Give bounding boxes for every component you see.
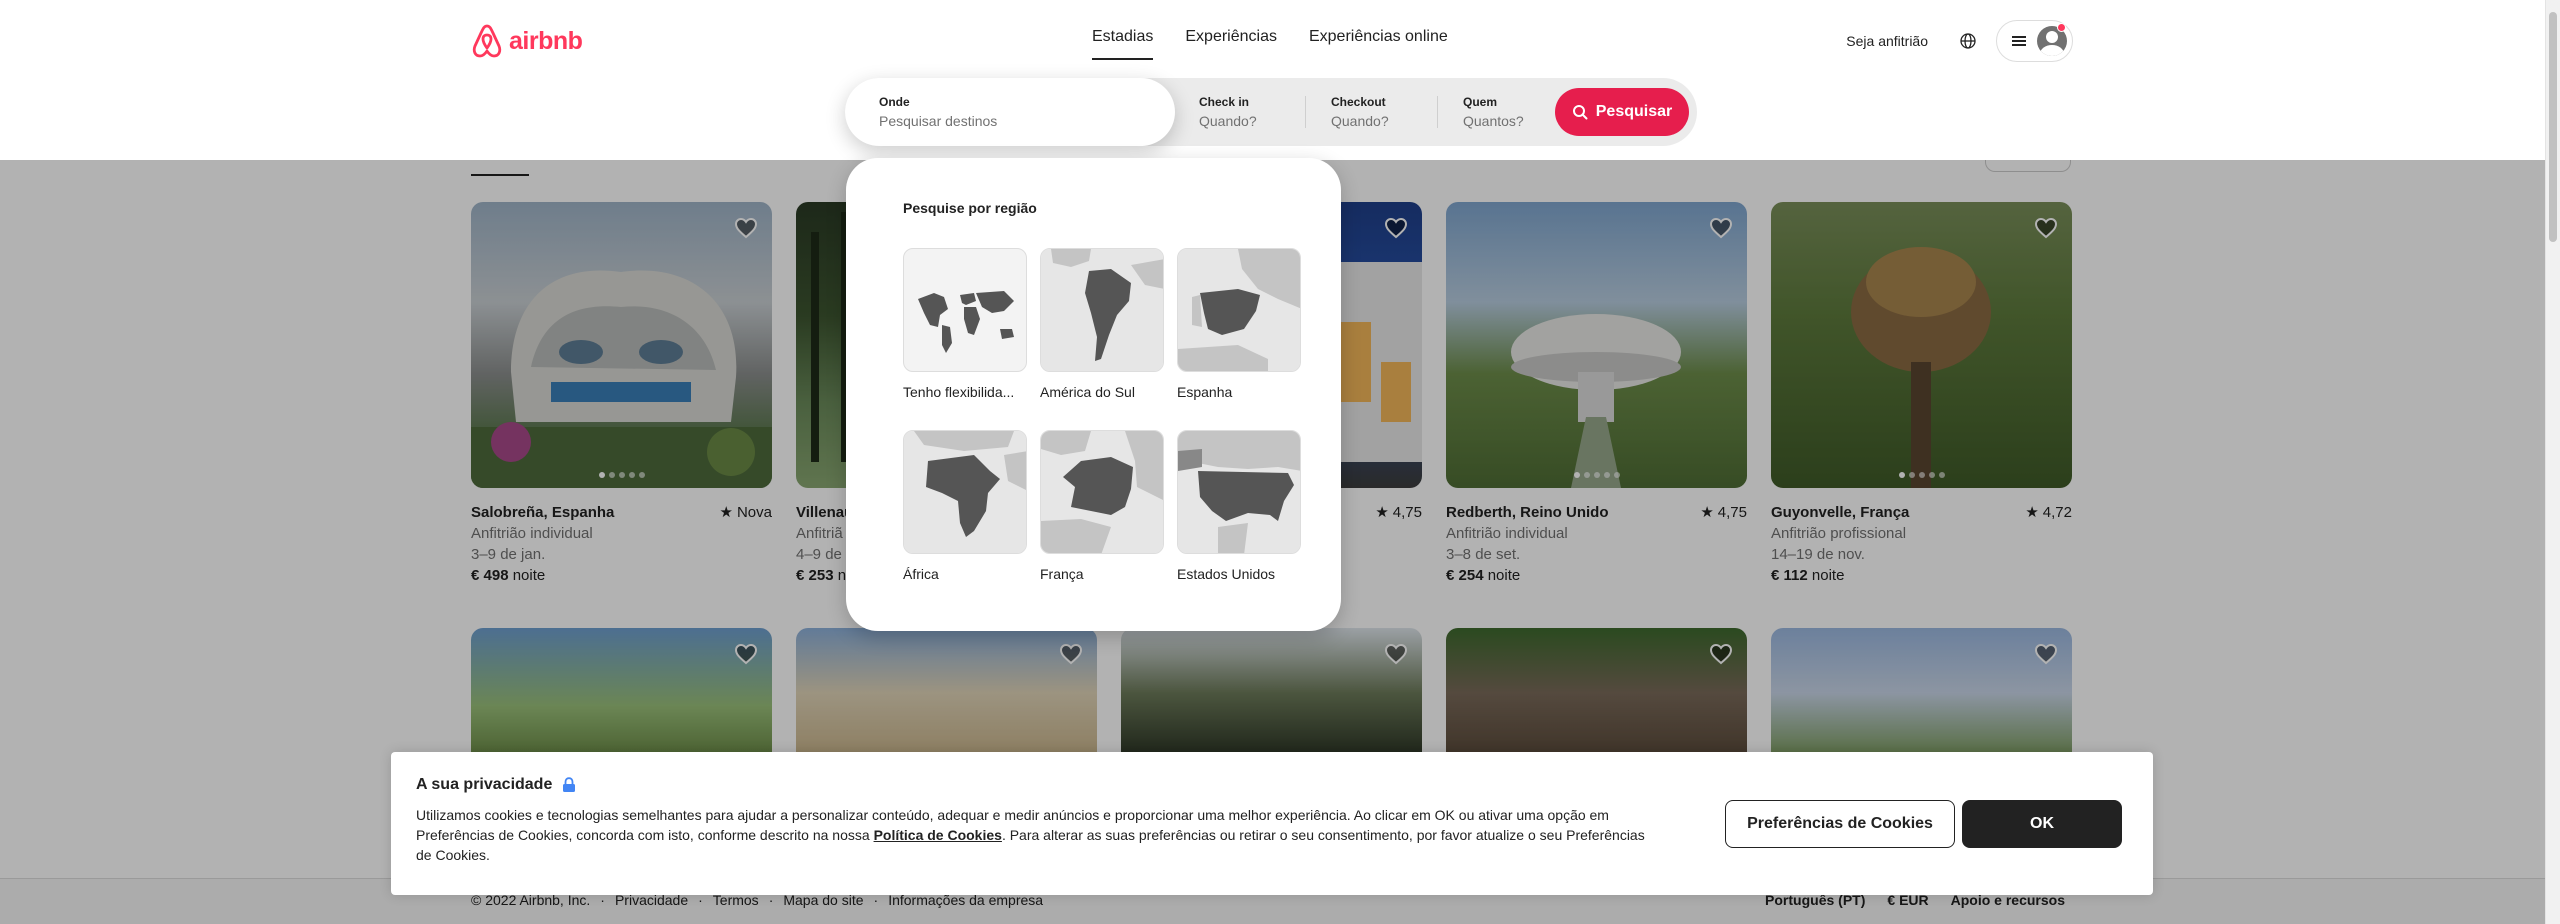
region-label: África bbox=[903, 566, 939, 582]
search-button-label: Pesquisar bbox=[1595, 103, 1673, 120]
header: airbnb Estadias Experiências Experiência… bbox=[0, 0, 2545, 160]
user-menu-button[interactable] bbox=[1996, 20, 2073, 62]
united-states-map-icon bbox=[1177, 430, 1301, 554]
checkout-field[interactable]: Checkout Quando? bbox=[1306, 78, 1437, 146]
region-united-states[interactable]: Estados Unidos bbox=[1177, 430, 1301, 582]
checkout-label: Checkout bbox=[1331, 95, 1386, 109]
checkin-value: Quando? bbox=[1199, 113, 1257, 129]
airbnb-logo[interactable]: airbnb bbox=[471, 24, 583, 58]
south-america-map-icon bbox=[1040, 248, 1164, 372]
region-label: França bbox=[1040, 566, 1084, 582]
region-label: Estados Unidos bbox=[1177, 566, 1276, 582]
where-label: Onde bbox=[879, 95, 910, 109]
cookie-description: Utilizamos cookies e tecnologias semelha… bbox=[416, 805, 1661, 865]
region-label: Tenho flexibilida... bbox=[903, 384, 1015, 400]
menu-icon bbox=[2012, 36, 2026, 46]
scrollbar-thumb[interactable] bbox=[2549, 12, 2557, 242]
region-france[interactable]: França bbox=[1040, 430, 1164, 582]
lock-icon bbox=[563, 777, 576, 792]
spain-map-icon bbox=[1177, 248, 1301, 372]
notification-dot bbox=[2057, 23, 2066, 32]
page-scrollbar[interactable] bbox=[2545, 0, 2560, 924]
checkout-value: Quando? bbox=[1331, 113, 1389, 129]
cookie-title: A sua privacidade bbox=[416, 776, 576, 794]
search-icon bbox=[1572, 105, 1588, 120]
region-spain[interactable]: Espanha bbox=[1177, 248, 1301, 400]
search-bar: Onde Pesquisar destinos Check in Quando?… bbox=[845, 78, 1697, 146]
where-input[interactable]: Pesquisar destinos bbox=[879, 113, 1175, 129]
region-label: Espanha bbox=[1177, 384, 1233, 400]
become-host-link[interactable]: Seja anfitrião bbox=[1834, 23, 1940, 59]
cookie-ok-button[interactable]: OK bbox=[1962, 800, 2122, 848]
search-button[interactable]: Pesquisar bbox=[1555, 88, 1689, 136]
region-africa[interactable]: África bbox=[903, 430, 1027, 582]
airbnb-logo-icon bbox=[472, 24, 502, 58]
checkin-field[interactable]: Check in Quando? bbox=[1175, 78, 1305, 146]
world-map-icon bbox=[903, 248, 1027, 372]
where-field[interactable]: Onde Pesquisar destinos bbox=[845, 78, 1175, 146]
cookie-title-text: A sua privacidade bbox=[416, 776, 553, 793]
africa-map-icon bbox=[903, 430, 1027, 554]
region-flexible[interactable]: Tenho flexibilida... bbox=[903, 248, 1027, 400]
tab-stays[interactable]: Estadias bbox=[1092, 28, 1154, 60]
checkin-label: Check in bbox=[1199, 95, 1250, 109]
logo-text: airbnb bbox=[509, 26, 583, 55]
guests-label: Quem bbox=[1463, 95, 1498, 109]
top-tabs: Estadias Experiências Experiências onlin… bbox=[1092, 28, 1448, 60]
tab-experiences[interactable]: Experiências bbox=[1185, 28, 1277, 60]
cookie-policy-link[interactable]: Política de Cookies bbox=[874, 827, 1002, 843]
cookie-banner: A sua privacidade Utilizamos cookies e t… bbox=[391, 752, 2153, 895]
guests-value: Quantos? bbox=[1463, 113, 1524, 129]
region-label: América do Sul bbox=[1040, 384, 1135, 400]
region-south-america[interactable]: América do Sul bbox=[1040, 248, 1164, 400]
region-search-panel: Pesquise por região Tenho flexibilida...… bbox=[846, 158, 1341, 631]
tab-online-experiences[interactable]: Experiências online bbox=[1309, 28, 1448, 60]
france-map-icon bbox=[1040, 430, 1164, 554]
header-right: Seja anfitrião bbox=[1834, 20, 2073, 62]
globe-icon[interactable] bbox=[1948, 21, 1988, 61]
cookie-preferences-button[interactable]: Preferências de Cookies bbox=[1725, 800, 1955, 848]
region-panel-title: Pesquise por região bbox=[903, 200, 1037, 216]
guests-field[interactable]: Quem Quantos? bbox=[1438, 78, 1560, 146]
